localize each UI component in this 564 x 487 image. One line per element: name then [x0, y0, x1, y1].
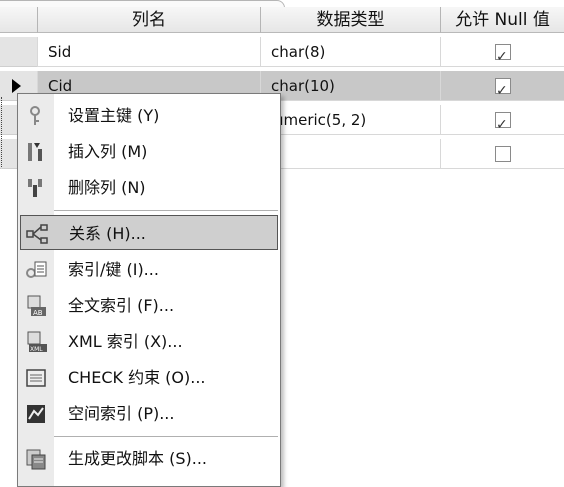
menu-item-delete-column[interactable]: 删除列 (N) [20, 170, 278, 205]
spatial-index-icon [27, 405, 45, 423]
check-constraint-icon [26, 369, 46, 387]
delete-column-icon [28, 179, 42, 197]
menu-item-label: 生成更改脚本 (S)... [68, 449, 207, 468]
cell-allow-null: ✓ [440, 37, 564, 67]
menu-item-fulltext-index[interactable]: AB 全文索引 (F)... [20, 288, 278, 323]
fulltext-index-icon: AB [27, 295, 46, 317]
menu-separator [54, 210, 278, 211]
menu-item-relationships[interactable]: 关系 (H)... [20, 215, 278, 250]
cell-data-type[interactable]: umeric(5, 2) [260, 105, 440, 135]
allow-null-checkbox[interactable] [495, 146, 511, 162]
relationship-icon [26, 224, 48, 244]
cell-allow-null [440, 139, 564, 169]
header-column-name[interactable]: 列名 [37, 7, 260, 33]
menu-item-insert-column[interactable]: 插入列 (M) [20, 134, 278, 169]
header-selector [0, 7, 37, 33]
generate-script-icon [26, 449, 46, 470]
svg-text:AB: AB [33, 309, 43, 317]
svg-text:XML: XML [30, 346, 43, 353]
insert-column-icon [28, 143, 42, 161]
menu-item-label: CHECK 约束 (O)... [68, 368, 206, 387]
cell-column-name[interactable]: Sid [37, 37, 260, 67]
menu-item-label: XML 索引 (X)... [68, 332, 183, 351]
menu-item-label: 设置主键 (Y) [68, 106, 160, 125]
menu-item-label: 插入列 (M) [68, 142, 148, 161]
key-icon [30, 106, 40, 125]
menu-item-spatial-index[interactable]: 空间索引 (P)... [20, 396, 278, 431]
cell-allow-null: ✓ [440, 71, 564, 101]
header-allow-null[interactable]: 允许 Null 值 [440, 7, 564, 33]
table-row[interactable]: Sid char(8) ✓ [0, 37, 564, 67]
focus-outline [1, 97, 2, 167]
header-data-type[interactable]: 数据类型 [260, 7, 440, 33]
allow-null-checkbox[interactable]: ✓ [495, 44, 511, 65]
cell-allow-null: ✓ [440, 105, 564, 135]
menu-item-label: 索引/键 (I)... [68, 260, 159, 279]
context-menu: 设置主键 (Y) 插入列 (M) 删除列 (N) 关系 (H)... 索引/键 … [17, 93, 281, 487]
menu-separator [54, 436, 278, 437]
current-row-arrow-icon [12, 79, 21, 93]
xml-index-icon: XML [27, 331, 47, 353]
menu-item-label: 全文索引 (F)... [68, 296, 175, 315]
checkmark-icon: ✓ [496, 49, 508, 65]
allow-null-checkbox[interactable]: ✓ [495, 78, 511, 99]
cell-data-type[interactable]: char(10) [260, 71, 440, 101]
menu-item-check-constraints[interactable]: CHECK 约束 (O)... [20, 360, 278, 395]
cell-data-type[interactable]: char(8) [260, 37, 440, 67]
menu-item-label: 空间索引 (P)... [68, 404, 175, 423]
menu-item-generate-change-script[interactable]: 生成更改脚本 (S)... [20, 441, 278, 476]
allow-null-checkbox[interactable]: ✓ [495, 112, 511, 133]
row-selector[interactable] [0, 37, 37, 67]
menu-item-indexes-keys[interactable]: 索引/键 (I)... [20, 252, 278, 287]
menu-item-label: 关系 (H)... [69, 224, 146, 243]
cell-data-type[interactable] [260, 139, 440, 169]
grid-header: 列名 数据类型 允许 Null 值 [0, 7, 564, 33]
menu-item-set-primary-key[interactable]: 设置主键 (Y) [20, 98, 278, 133]
menu-item-label: 删除列 (N) [68, 178, 146, 197]
index-key-icon [26, 261, 47, 278]
checkmark-icon: ✓ [496, 83, 508, 99]
menu-item-xml-index[interactable]: XML XML 索引 (X)... [20, 324, 278, 359]
checkmark-icon: ✓ [496, 117, 508, 133]
